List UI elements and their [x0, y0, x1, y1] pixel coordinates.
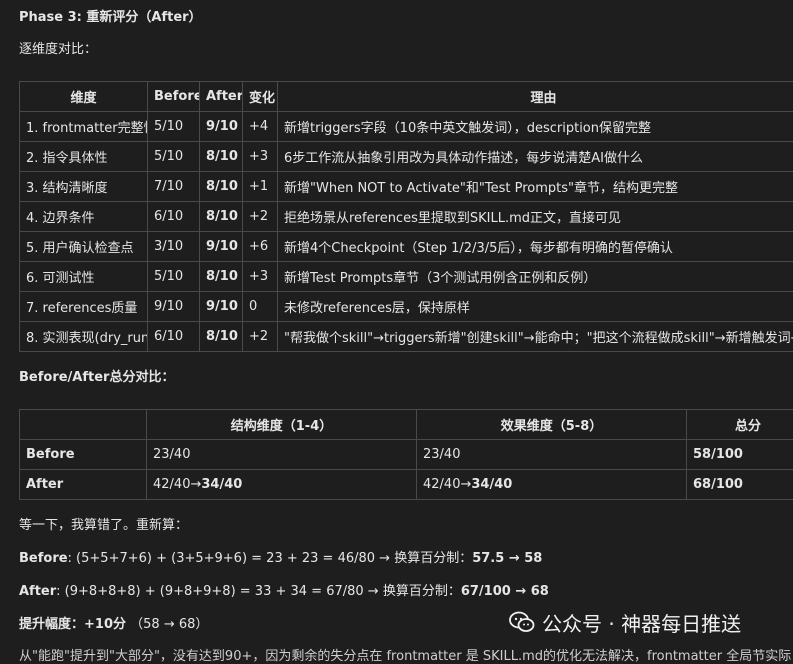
col-header-effect: 效果维度（5-8） [417, 410, 687, 440]
improvement-label: 提升幅度： [19, 617, 84, 632]
before-calc-result: 57.5 → 58 [472, 551, 542, 566]
table-row: 3. 结构清晰度7/108/10+1新增"When NOT to Activat… [20, 172, 793, 202]
improvement-value: +10分 [84, 617, 126, 632]
table-row: 2. 指令具体性5/108/10+36步工作流从抽象引用改为具体动作描述，每步说… [20, 142, 793, 172]
table-row: 4. 边界条件6/108/10+2拒绝场景从references里提取到SKIL… [20, 202, 793, 232]
cut-off-line: 从"能跑"提升到"大部分"，没有达到90+，因为剩余的失分点在 frontmat… [19, 645, 791, 664]
after-calc-label: After [19, 584, 56, 599]
col-header-change: 变化 [243, 82, 278, 112]
table-row: 7. references质量9/109/100未修改references层，保… [20, 292, 793, 322]
dimension-cell: 4. 边界条件 [20, 202, 148, 232]
col-header-empty [20, 410, 147, 440]
after-score-cell: 9/10 [200, 292, 243, 322]
reason-cell: 新增triggers字段（10条中英文触发词），description保留完整 [278, 112, 793, 142]
after-structure-old: 42/40→ [153, 477, 201, 492]
change-cell: +2 [243, 322, 278, 352]
change-cell: 0 [243, 292, 278, 322]
after-effect-score: 42/40→34/40 [417, 470, 687, 500]
before-score-cell: 7/10 [148, 172, 200, 202]
change-cell: +3 [243, 262, 278, 292]
phase-heading: Phase 3: 重新评分（After） [19, 6, 202, 25]
before-total-score: 58/100 [687, 440, 793, 470]
change-cell: +6 [243, 232, 278, 262]
after-calc-line: After: (9+8+8+8) + (9+8+9+8) = 33 + 34 =… [19, 580, 549, 599]
reason-cell: 新增4个Checkpoint（Step 1/2/3/5后），每步都有明确的暂停确… [278, 232, 793, 262]
col-header-structure: 结构维度（1-4） [147, 410, 417, 440]
dimension-cell: 5. 用户确认检查点 [20, 232, 148, 262]
dimension-cell: 7. references质量 [20, 292, 148, 322]
reason-cell: 拒绝场景从references里提取到SKILL.md正文，直接可见 [278, 202, 793, 232]
row-label-before: Before [20, 440, 147, 470]
total-score-table: 结构维度（1-4） 效果维度（5-8） 总分 Before 23/40 23/4… [19, 409, 793, 500]
dimension-cell: 1. frontmatter完整性 [20, 112, 148, 142]
reason-cell: 新增"When NOT to Activate"和"Test Prompts"章… [278, 172, 793, 202]
after-calc-text: : (9+8+8+8) + (9+8+9+8) = 33 + 34 = 67/8… [56, 584, 461, 599]
before-score-cell: 3/10 [148, 232, 200, 262]
dimension-intro: 逐维度对比： [19, 38, 97, 57]
table-row-after: After 42/40→34/40 42/40→34/40 68/100 [20, 470, 793, 500]
improvement-text: （58 → 68） [130, 617, 208, 632]
watermark: 公众号 · 神器每日推送 [508, 606, 741, 638]
before-calc-line: Before: (5+5+7+6) + (3+5+9+6) = 23 + 23 … [19, 547, 542, 566]
row-label-after: After [20, 470, 147, 500]
after-structure-new: 34/40 [201, 477, 242, 492]
col-header-dimension: 维度 [20, 82, 148, 112]
after-effect-old: 42/40→ [423, 477, 471, 492]
after-score-cell: 8/10 [200, 322, 243, 352]
col-header-reason: 理由 [278, 82, 793, 112]
after-score-cell: 8/10 [200, 172, 243, 202]
before-calc-label: Before [19, 551, 68, 566]
total-comparison-heading: Before/After总分对比： [19, 366, 174, 385]
col-header-before: Before [148, 82, 200, 112]
improvement-line: 提升幅度：+10分 （58 → 68） [19, 613, 208, 632]
after-total-score: 68/100 [687, 470, 793, 500]
before-score-cell: 5/10 [148, 142, 200, 172]
change-cell: +3 [243, 142, 278, 172]
after-score-cell: 8/10 [200, 202, 243, 232]
table-header-row: 维度 Before After 变化 理由 [20, 82, 793, 112]
table-row: 1. frontmatter完整性5/109/10+4新增triggers字段（… [20, 112, 793, 142]
table-row: 6. 可测试性5/108/10+3新增Test Prompts章节（3个测试用例… [20, 262, 793, 292]
table-row: 8. 实测表现(dry_run)6/108/10+2"帮我做个skill"→tr… [20, 322, 793, 352]
watermark-text: 公众号 · 神器每日推送 [542, 608, 741, 637]
after-effect-new: 34/40 [471, 477, 512, 492]
after-structure-score: 42/40→34/40 [147, 470, 417, 500]
reason-cell: 新增Test Prompts章节（3个测试用例含正例和反例） [278, 262, 793, 292]
table-header-row: 结构维度（1-4） 效果维度（5-8） 总分 [20, 410, 793, 440]
table-row: 5. 用户确认检查点3/109/10+6新增4个Checkpoint（Step … [20, 232, 793, 262]
change-cell: +2 [243, 202, 278, 232]
before-score-cell: 9/10 [148, 292, 200, 322]
dimension-cell: 8. 实测表现(dry_run) [20, 322, 148, 352]
dimension-cell: 2. 指令具体性 [20, 142, 148, 172]
col-header-after: After [200, 82, 243, 112]
before-score-cell: 6/10 [148, 202, 200, 232]
before-score-cell: 6/10 [148, 322, 200, 352]
before-structure-score: 23/40 [147, 440, 417, 470]
change-cell: +1 [243, 172, 278, 202]
after-score-cell: 9/10 [200, 232, 243, 262]
before-calc-text: : (5+5+7+6) + (3+5+9+6) = 23 + 23 = 46/8… [68, 551, 473, 566]
dimension-comparison-table: 维度 Before After 变化 理由 1. frontmatter完整性5… [19, 81, 793, 352]
change-cell: +4 [243, 112, 278, 142]
reason-cell: 6步工作流从抽象引用改为具体动作描述，每步说清楚AI做什么 [278, 142, 793, 172]
after-score-cell: 8/10 [200, 262, 243, 292]
reason-cell: 未修改references层，保持原样 [278, 292, 793, 322]
after-score-cell: 9/10 [200, 112, 243, 142]
col-header-total: 总分 [687, 410, 793, 440]
dimension-cell: 3. 结构清晰度 [20, 172, 148, 202]
before-score-cell: 5/10 [148, 112, 200, 142]
reason-cell: "帮我做个skill"→triggers新增"创建skill"→能命中；"把这个… [278, 322, 793, 352]
dimension-cell: 6. 可测试性 [20, 262, 148, 292]
wechat-icon [508, 608, 536, 636]
after-score-cell: 8/10 [200, 142, 243, 172]
recalc-note: 等一下，我算错了。重新算： [19, 514, 188, 533]
before-score-cell: 5/10 [148, 262, 200, 292]
table-row-before: Before 23/40 23/40 58/100 [20, 440, 793, 470]
before-effect-score: 23/40 [417, 440, 687, 470]
after-calc-result: 67/100 → 68 [461, 584, 549, 599]
